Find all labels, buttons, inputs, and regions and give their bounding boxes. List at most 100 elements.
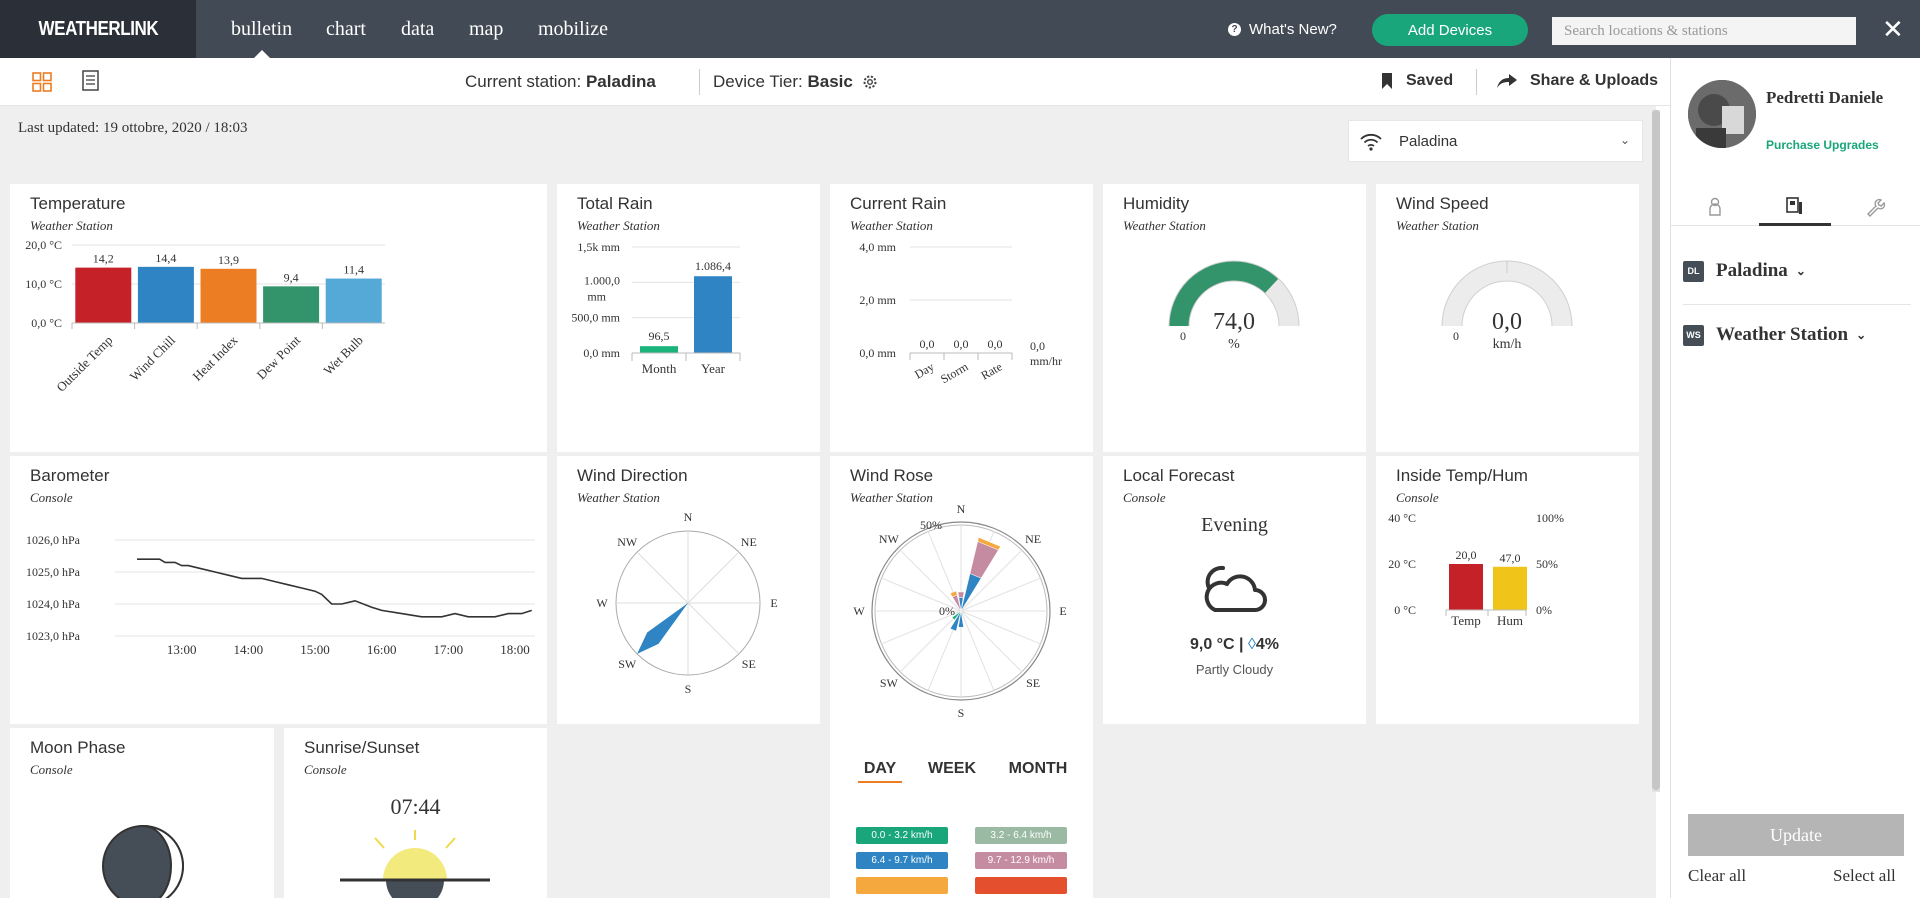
saved-label: Saved: [1406, 72, 1454, 89]
forecast-values: 9,0 °C | ◊4%: [1189, 636, 1280, 653]
nav-bulletin[interactable]: bulletin: [231, 0, 292, 58]
y-tick-label: 1.000,0: [584, 273, 620, 287]
device-item-paladina[interactable]: DL Paladina ⌄: [1683, 256, 1806, 286]
bar: [640, 346, 678, 353]
y-tick-label: 0,0 mm: [859, 346, 896, 360]
device-name: Paladina: [1716, 260, 1788, 281]
moon-phase-card[interactable]: Moon Phase Console: [10, 728, 274, 898]
wind-direction-compass: N NE E SE S SW W NW: [596, 510, 777, 696]
current-station-value: Paladina: [585, 72, 656, 91]
clear-all-link[interactable]: Clear all: [1688, 866, 1746, 886]
saved-button[interactable]: Saved: [1380, 72, 1453, 90]
local-forecast-card[interactable]: Local Forecast Console Evening 9,0 °C | …: [1103, 456, 1366, 724]
nav-mobilize[interactable]: mobilize: [538, 0, 608, 58]
wind-rose-tab-month[interactable]: MONTH: [1000, 760, 1076, 778]
inside-temp-hum-card[interactable]: Inside Temp/Hum Console 0 °C 20 °C 40 °C 0%…: [1376, 456, 1639, 724]
device-tier-value: Basic: [807, 72, 853, 91]
select-all-link[interactable]: Select all: [1833, 866, 1896, 886]
data-label: 20,0: [1456, 548, 1477, 562]
y-tick-label: 1025,0 hPa: [26, 565, 81, 579]
wind-speed-card[interactable]: Wind Speed Weather Station 0,0 km/h 0: [1376, 184, 1639, 452]
avatar[interactable]: [1688, 80, 1756, 148]
droplet-icon: ◊: [1247, 636, 1256, 653]
nav-chart[interactable]: chart: [326, 0, 366, 58]
toolbar-divider: [699, 69, 700, 95]
gauge-min-label: 0: [1180, 329, 1186, 343]
compass-label: SW: [618, 657, 637, 671]
compass-spoke: [687, 551, 740, 604]
dashboard-scrollbar[interactable]: [1652, 110, 1660, 792]
forecast-temp: 9,0 °C: [1189, 636, 1235, 653]
humidity-gauge: 74,0% 0: [1168, 260, 1300, 352]
nav-map[interactable]: map: [469, 0, 503, 58]
share-uploads-button[interactable]: Share & Uploads: [1496, 72, 1658, 90]
wind-rose-tab-day[interactable]: DAY: [858, 760, 902, 783]
compass-label: S: [685, 682, 692, 696]
sunrise-time: 07:44: [390, 794, 441, 819]
rose-spoke: [899, 549, 962, 612]
tab-devices[interactable]: [1759, 188, 1831, 226]
bar: [325, 278, 382, 323]
bar: [1493, 566, 1527, 610]
nav-data[interactable]: data: [401, 0, 434, 58]
list-view-icon[interactable]: [82, 70, 100, 92]
current-station: Current station: Paladina: [465, 72, 656, 92]
total-rain-chart: 0,0 mm 500,0 mm 1.000,0 mm 1,5k mm 96,5 Month 1…: [571, 240, 741, 376]
y-tick-label: 10,0 °C: [25, 277, 62, 291]
weatherlink-logo[interactable]: WEATHERLINK: [0, 0, 196, 58]
x-tick-label: Wind Chill: [127, 332, 179, 384]
card-title: Sunrise/Sunset: [304, 738, 420, 757]
current-rain-chart: 0,0 mm2,0 mm4,0 mm0,0Day0,0Storm0,0Rate0…: [859, 240, 1062, 386]
card-subtitle: Console: [30, 762, 73, 777]
temperature-card[interactable]: Temperature Weather Station 0,0 °C 10,0 °…: [10, 184, 547, 452]
gauge-unit: km/h: [1493, 337, 1522, 352]
grid-view-icon[interactable]: [32, 72, 52, 92]
close-icon[interactable]: ✕: [1882, 14, 1904, 44]
device-badge: DL: [1683, 260, 1704, 282]
legend-label: 3.2 - 6.4 km/h: [990, 830, 1052, 841]
y-tick-label: 0,0 °C: [31, 316, 62, 330]
scrollbar-thumb[interactable]: [1652, 110, 1660, 790]
help-icon: ?: [1228, 22, 1241, 36]
tab-label: MONTH: [1008, 760, 1068, 777]
bar: [263, 286, 320, 323]
devices-icon: [1786, 196, 1802, 214]
data-label: 9,4: [284, 270, 299, 284]
x-tick-label: Year: [701, 361, 726, 376]
forecast-precip: 4%: [1255, 636, 1280, 653]
device-badge: WS: [1683, 324, 1704, 346]
humidity-card[interactable]: Humidity Weather Station 74,0% 0: [1103, 184, 1366, 452]
data-label: 0,0: [954, 337, 969, 351]
tab-profile[interactable]: [1679, 188, 1751, 226]
device-item-weather-station[interactable]: WS Weather Station ⌄: [1683, 320, 1866, 350]
whats-new-link[interactable]: ? What's New?: [1228, 0, 1337, 58]
card-subtitle: Console: [304, 762, 347, 777]
barometer-card[interactable]: Barometer Console 1023,0 hPa 1024,0 hPa 10…: [10, 456, 547, 724]
rose-direction-label: W: [853, 604, 865, 618]
sunrise-sunset-card[interactable]: Sunrise/Sunset Console 07:44: [284, 728, 547, 898]
x-tick-label: Storm: [938, 359, 971, 386]
toolbar: Current station: Paladina Device Tier: B…: [0, 58, 1670, 106]
legend-label: 0.0 - 3.2 km/h: [871, 830, 933, 841]
update-button[interactable]: Update: [1688, 814, 1904, 856]
search-input[interactable]: [1552, 17, 1856, 45]
station-selector[interactable]: Paladina ⌄: [1348, 120, 1643, 162]
current-rain-card[interactable]: Current Rain Weather Station 0,0 mm 2,0 m…: [830, 184, 1093, 452]
wind-rose-tab-week[interactable]: WEEK: [922, 760, 982, 778]
wind-rose-card[interactable]: Wind Rose Weather Station N NE E SE S SW W NW 50…: [830, 456, 1093, 898]
rose-direction-label: S: [958, 706, 965, 720]
x-tick-label: Dew Point: [254, 332, 304, 382]
rose-ring-label: 0%: [939, 604, 955, 618]
sunrise-icon: [340, 830, 490, 898]
legend-item-partial: [856, 877, 948, 894]
gear-icon[interactable]: [861, 73, 879, 91]
data-label: 0,0: [988, 337, 1003, 351]
add-devices-button[interactable]: Add Devices: [1372, 14, 1528, 46]
y-tick-label: 20,0 °C: [25, 238, 62, 252]
total-rain-card[interactable]: Total Rain Weather Station 0,0 mm 500,0 m…: [557, 184, 820, 452]
purchase-upgrades-link[interactable]: Purchase Upgrades: [1766, 138, 1879, 152]
data-label: 13,9: [218, 253, 239, 267]
tab-tools[interactable]: [1839, 188, 1911, 226]
wind-direction-card[interactable]: Wind Direction Weather Station N NE E SE S SW…: [557, 456, 820, 724]
dashboard-area: Last updated: 19 ottobre, 2020 / 18:03 P…: [0, 106, 1656, 898]
